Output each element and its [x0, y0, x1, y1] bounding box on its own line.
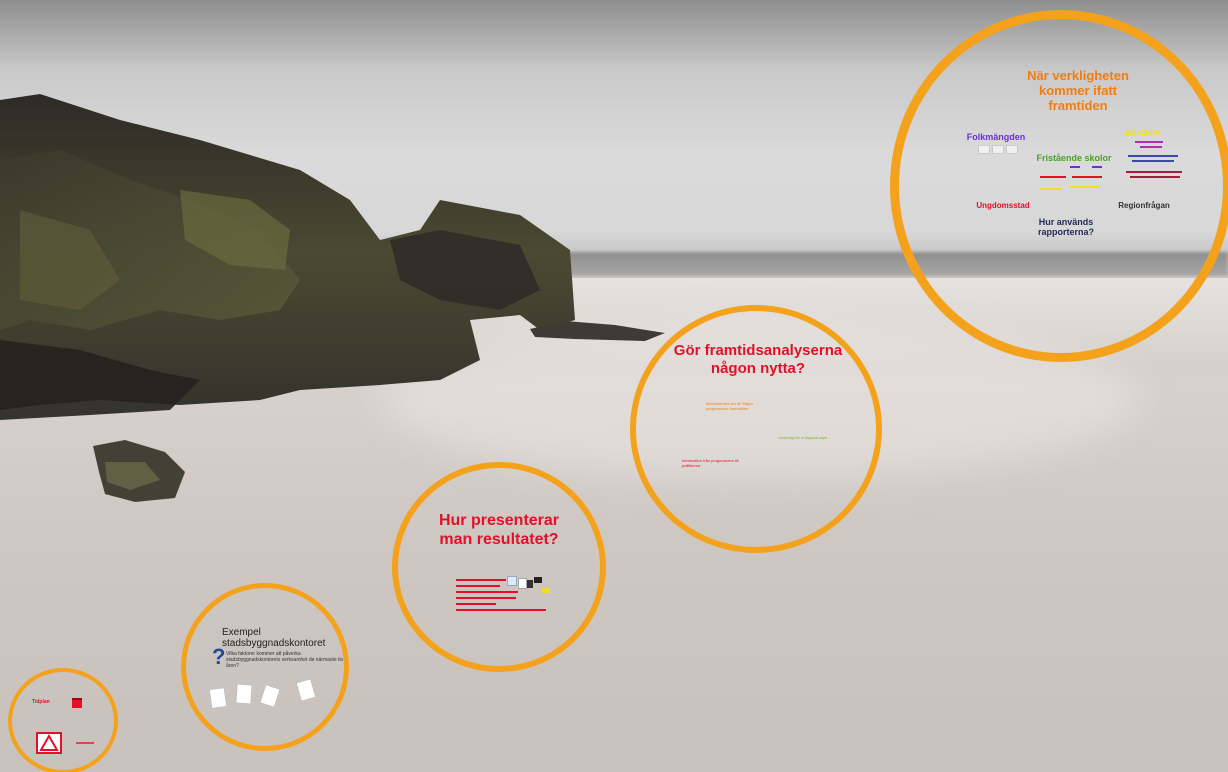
thumbnail[interactable] — [527, 580, 533, 588]
document-icon[interactable] — [235, 683, 253, 705]
thumbnail[interactable] — [518, 578, 527, 589]
prezi-canvas[interactable]: När verkligheten kommer ifatt framtiden … — [0, 0, 1228, 772]
note-medvetenhet: Medvetenhet om de frågor prognoserna fra… — [706, 401, 753, 411]
figure-line — [1072, 176, 1102, 178]
frame-title-reality: När verkligheten kommer ifatt framtiden — [1027, 68, 1129, 113]
document-icon[interactable] — [208, 686, 228, 710]
thumbnail[interactable] — [534, 577, 542, 583]
note-line — [1128, 155, 1178, 157]
figure-line — [1040, 176, 1066, 178]
figure-line — [1070, 186, 1100, 188]
topic-ungdomsstad[interactable]: Ungdomsstad — [976, 201, 1029, 210]
question-mark-icon: ? — [212, 644, 226, 669]
frame-circle-reality[interactable] — [890, 10, 1228, 362]
note-line — [1126, 171, 1182, 173]
thumbnail[interactable] — [507, 576, 517, 586]
note-line — [1135, 141, 1163, 143]
frame-title-presentera: Hur presenterar man resultatet? — [438, 512, 560, 548]
frame-label-tidplan: Tidplan — [32, 699, 50, 705]
question-text: Vilka faktorer kommer att påverka stadsb… — [226, 651, 344, 669]
thumbnail[interactable] — [978, 145, 990, 154]
calendar-icon — [72, 698, 82, 708]
list-item — [456, 591, 518, 593]
list-item — [456, 579, 506, 581]
list-item — [456, 609, 546, 611]
frame-circle-presentera[interactable] — [392, 462, 606, 672]
frame-title-nytta: Gör framtidsanalyserna någon nytta? — [673, 342, 843, 377]
warning-triangle-icon — [36, 732, 62, 754]
topic-folkmangden[interactable]: Folkmängden — [967, 132, 1026, 142]
note-line — [1132, 160, 1174, 162]
list-item — [456, 597, 516, 599]
rock-small — [93, 440, 185, 502]
topic-regionfragan[interactable]: Regionfrågan — [1118, 201, 1170, 210]
thumbnail[interactable] — [992, 145, 1004, 154]
topic-bostader[interactable]: Bostäder — [1126, 128, 1161, 137]
note-line — [1130, 176, 1180, 178]
mini-caption — [76, 742, 94, 744]
topic-hur-anvands[interactable]: Hur används rapporterna? — [1031, 217, 1101, 237]
frame-title-exempel: Exempel — [222, 627, 261, 638]
note-underlag: Underlag för nulägesanalys — [778, 435, 827, 440]
list-item — [456, 603, 496, 605]
thumbnail[interactable] — [1006, 145, 1018, 154]
thumbnail[interactable] — [542, 588, 550, 593]
note-line — [1140, 146, 1162, 148]
rock-ledge — [530, 321, 665, 341]
topic-fristaende-skolor[interactable]: Fristående skolor — [1036, 153, 1111, 163]
frame-subtitle-stadsbyggnadskontoret: stadsbyggnadskontoret — [222, 638, 326, 649]
list-item — [456, 585, 500, 587]
frame-circle-tidplan[interactable] — [8, 668, 118, 772]
note-information: Information från prognoserna till politi… — [682, 458, 739, 468]
figure-line — [1070, 166, 1080, 168]
rock-formation — [0, 94, 575, 420]
figure-line — [1092, 166, 1102, 168]
figure-line — [1040, 188, 1062, 190]
